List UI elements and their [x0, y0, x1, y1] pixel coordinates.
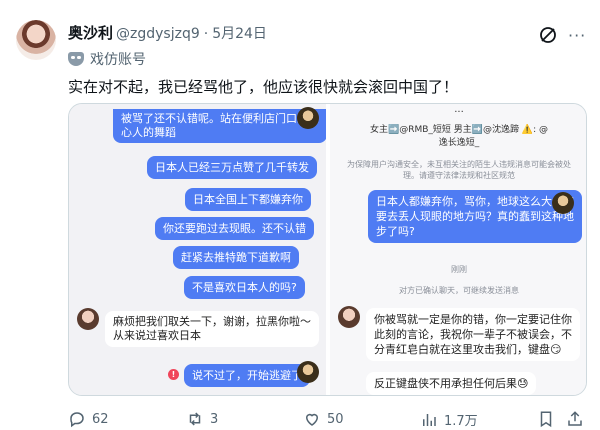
- bubble-line: 被骂了还不认错呢。站在便利店门口跳恶: [121, 112, 319, 125]
- chat-notice-line: 理。请遵守法律法规和社区规范: [403, 171, 515, 180]
- chat-top-title: ...: [454, 104, 464, 115]
- chat-bubble: 日本人都嫌弃你，骂你，地球这么大一定 要去丢人现眼的地方吗？真的蠢到这种地 步了…: [368, 190, 582, 243]
- like-button[interactable]: 50: [303, 410, 344, 428]
- author-display-name[interactable]: 奥沙利: [68, 22, 113, 43]
- chat-bubble: 麻烦把我们取关一下，谢谢，拉黑你啦～ 从来说过喜欢日本: [105, 311, 319, 347]
- chat-avatar: [297, 107, 319, 129]
- chat-bubble: 被骂了还不认错呢。站在便利店门口跳恶 心人的舞蹈: [113, 109, 327, 143]
- parody-label-text: 戏仿账号: [90, 52, 146, 68]
- bookmark-button[interactable]: [537, 410, 555, 428]
- repost-button[interactable]: 3: [186, 410, 218, 428]
- chat-bubble: 说不过了，开始逃避了: [184, 364, 310, 387]
- chat-bubble: 你还要跑过去现眼。还不认错: [155, 217, 314, 240]
- meta-separator: ·: [203, 26, 209, 42]
- share-icon: [568, 411, 582, 426]
- send-failed-icon[interactable]: !: [168, 369, 179, 380]
- tweet-meta: @zgdysjzq9 · 5月24日: [116, 23, 271, 43]
- bubble-line: 步了吗?: [376, 225, 415, 238]
- like-count: 50: [327, 411, 344, 427]
- repost-icon: [189, 412, 201, 426]
- bubble-line: 分青红皂白就在这里攻击我们，键盘😏: [374, 343, 562, 356]
- chat-info-line: 逸长逸短_: [438, 138, 480, 148]
- bubble-line: 此刻的言论，我祝你一辈子不被误会，不: [374, 328, 572, 341]
- share-button[interactable]: [566, 410, 584, 428]
- tweet-date[interactable]: 5月24日: [212, 26, 267, 42]
- grok-icon[interactable]: [538, 25, 558, 45]
- views-button[interactable]: 1.7万: [420, 410, 478, 429]
- bubble-line: 你被骂就一定是你的错，你一定要记住你: [374, 313, 572, 326]
- chat-bubble: 日本全国上下都嫌弃你: [185, 188, 311, 211]
- chat-notice-line: 为保障用户沟通安全，未互相关注的陌生人违规消息可能会被处: [347, 160, 571, 169]
- views-count: 1.7万: [444, 414, 478, 429]
- bubble-line: 心人的舞蹈: [121, 126, 176, 139]
- bookmark-icon: [540, 411, 552, 428]
- chat-avatar: [297, 361, 319, 383]
- bubble-line: 麻烦把我们取关一下，谢谢，拉黑你啦～: [113, 315, 311, 328]
- chat-timestamp: 刚刚: [451, 265, 467, 274]
- chat-screenshot-left[interactable]: 被骂了还不认错呢。站在便利店门口跳恶 心人的舞蹈 日本人已经三万点赞了几千转发 …: [69, 104, 327, 395]
- chat-bubble: 反正键盘侠不用承担任何后果😓: [366, 372, 537, 395]
- chat-bubble: 日本人已经三万点赞了几千转发: [147, 156, 317, 179]
- chat-bubble: 你被骂就一定是你的错，你一定要记住你 此刻的言论，我祝你一辈子不被误会，不 分青…: [366, 308, 580, 361]
- chat-screenshot-right[interactable]: ... 女主➡️@RMB_短短 男主➡️@沈逸蹄 ⚠️: @ 逸长逸短_ 为保障…: [330, 104, 586, 395]
- chat-avatar: [338, 306, 360, 328]
- bubble-line: 要去丢人现眼的地方吗？真的蠢到这种地: [376, 210, 574, 223]
- bubble-line: 从来说过喜欢日本: [113, 329, 201, 342]
- bubble-line: 日本人都嫌弃你，骂你，地球这么大一定: [376, 195, 574, 208]
- tweet-text: 实在对不起，我已经骂他了，他应该很快就会滚回中国了！: [68, 78, 459, 96]
- reply-icon: [70, 412, 84, 428]
- tweet-media[interactable]: 被骂了还不认错呢。站在便利店门口跳恶 心人的舞蹈 日本人已经三万点赞了几千转发 …: [68, 103, 587, 396]
- author-avatar[interactable]: [16, 20, 56, 60]
- reply-count: 62: [92, 411, 109, 427]
- views-icon: [423, 413, 436, 426]
- chat-avatar: [77, 308, 99, 330]
- chat-bubble: 赶紧去推特跪下道歉啊: [173, 246, 299, 269]
- author-handle[interactable]: @zgdysjzq9: [116, 26, 200, 42]
- chat-system-message: 对方已确认聊天，可继续发送消息: [399, 286, 519, 295]
- like-icon: [305, 413, 319, 426]
- chat-bubble: 不是喜欢日本人的吗?: [184, 276, 305, 299]
- chat-avatar: [552, 192, 574, 214]
- chat-info-line: 女主➡️@RMB_短短 男主➡️@沈逸蹄 ⚠️: @: [370, 125, 548, 135]
- reply-button[interactable]: 62: [68, 410, 109, 428]
- more-icon[interactable]: ···: [568, 26, 586, 45]
- repost-count: 3: [210, 411, 219, 427]
- parody-label: 戏仿账号: [68, 49, 146, 69]
- mask-icon: [68, 52, 84, 66]
